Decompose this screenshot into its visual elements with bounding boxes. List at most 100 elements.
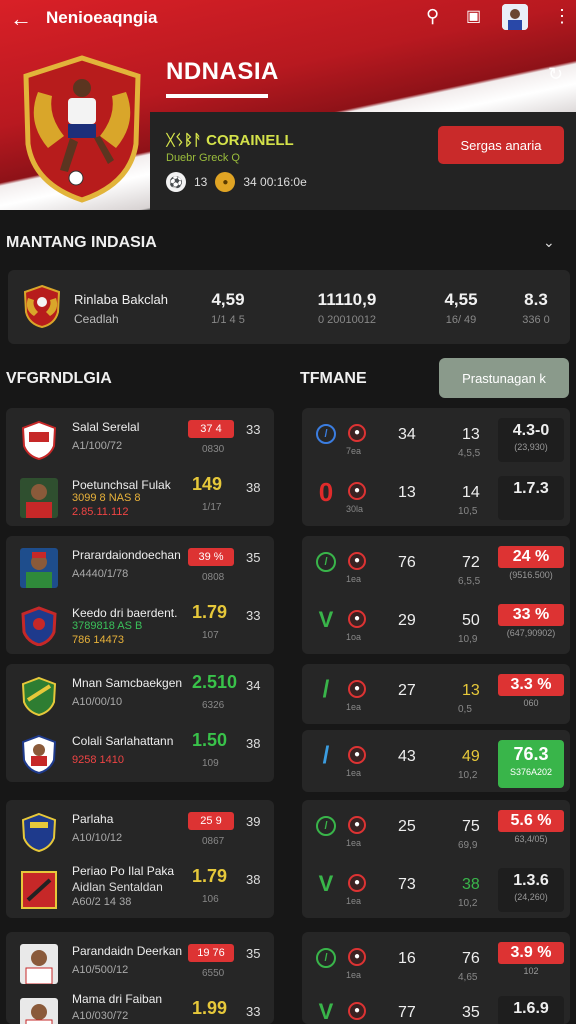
stat-value: 13 [462,682,480,699]
odds-card[interactable]: / ● 1ea 27 13 0,5 3.3 % 060 [302,664,570,724]
list-item: Periao Po Ilal Paka Aidlan Sentaldan A60… [6,860,274,916]
odds-value: 1.79 [192,866,228,886]
team-meta: A1/100/72 [72,440,123,452]
team-meta-2: A60/2 14 38 [72,896,132,908]
odds-box[interactable]: 76.3 S376A202 [498,740,564,788]
badge-label: 1ea [346,896,362,906]
odds-box[interactable]: 1.3.6 (24,260) [498,868,564,912]
team-meta: A10/500/12 [72,964,129,976]
club-badge-icon: ● [348,680,366,698]
stat-small: 0808 [202,572,225,583]
refresh-icon[interactable]: ↻ [548,64,563,85]
odds-box[interactable]: 3.3 % 060 [498,674,564,718]
badge-label: 1ea [346,574,362,584]
odds-box[interactable]: 1.7.3 [498,476,564,520]
more-vertical-icon[interactable]: ⋮ [553,6,571,27]
match-card[interactable]: Salal Serelal A1/100/72 37 4 0830 33 Poe… [6,408,274,526]
stat-small: 10,5 [458,506,478,517]
hero-action-button[interactable]: Sergas anaria [438,126,564,164]
list-item: / ● 1ea 25 75 69,9 5.6 % 63,4/05) [302,802,570,858]
chevron-down-icon[interactable]: ⌄ [543,234,555,251]
back-button[interactable]: ← [10,6,32,32]
player-avatar-icon [20,998,58,1024]
stat-value: 35 [246,946,261,961]
club-badge-icon: ● [348,610,366,628]
odds-card[interactable]: / ● 1ea 76 72 6,5,5 24 % (9516.500) V ● 1… [302,536,570,654]
stat-value: 38 [246,480,261,495]
list-item: Parlaha A10/10/12 25 9 0867 39 [6,802,274,858]
list-item: Salal Serelal A1/100/72 37 4 0830 33 [6,410,274,466]
odds-card[interactable]: / ● 1ea 43 49 10,2 76.3 S376A202 [302,730,570,792]
coin-icon: ● [215,172,236,192]
stat-value: 14 [462,484,480,501]
odds-badge: 37 4 [188,420,234,438]
summary-crest-icon [23,284,61,328]
club-badge-icon: ● [348,816,366,834]
hero-subtitle-2: Duebr Greck Q [166,152,240,164]
stat-value: 75 [462,818,480,835]
odds-box[interactable]: 5.6 % 63,4/05) [498,810,564,854]
column-action-button[interactable]: Prastunagan k [439,358,569,398]
club-badge-icon: ● [348,482,366,500]
list-item: / ● 7ea 34 13 4,5,5 4.3-0 (23,930) [302,410,570,466]
team-meta: Aidlan Sentaldan [72,880,163,894]
odds-badge: 19 76 [188,944,234,962]
status-icon: / [322,742,330,769]
stat-value: 13 [462,426,480,443]
team-name: Salal Serelal [72,420,140,434]
match-card[interactable]: Prarardaiondoechan A4440/1/78 39 % 0808 … [6,536,274,654]
stat-value: 34 [246,678,261,693]
team-name: Prarardaiondoechan [72,548,181,562]
summary-card[interactable]: Rinlaba Bakclah Ceadlah 4,59 1/1 4 5 1111… [8,270,570,344]
list-item: Poetunchsal Fulak 3099 8 NAS 8 2.85.11.1… [6,468,274,524]
stat-value: 33 [246,422,261,437]
match-card[interactable]: Parandaidn Deerkan A10/500/12 19 76 6550… [6,932,274,1024]
list-item: Mnan Samcbaekgen A10/00/10 2.510 6326 34 [6,666,274,722]
club-crest-icon [21,420,57,460]
team-meta: A10/030/72 [72,1010,129,1022]
badge-label: 1ea [346,838,362,848]
stat-small: 10,9 [458,634,478,645]
club-crest-icon [21,676,57,716]
odds-value: 1.99 [192,998,228,1018]
badge-label: 1ea [346,970,362,980]
odds-box[interactable]: 33 % (647,90902) [498,604,564,648]
badge-label: 1ea [346,702,362,712]
stat-value: 33 [246,608,261,623]
club-badge-icon: ● [348,948,366,966]
team-meta: A4440/1/78 [72,568,129,580]
stat-value: 34 [398,426,416,443]
badge-label: 30la [346,504,364,514]
status-icon: V [318,999,334,1024]
club-badge-icon: ● [348,1002,366,1020]
stat-value: 76 [398,554,416,571]
team-name: NDNASIA [166,58,279,85]
status-icon: 0 [318,477,334,507]
avatar[interactable] [502,4,528,30]
odds-card[interactable]: / ● 1ea 16 76 4,65 3.9 % 102 V ● 77 35 1.… [302,932,570,1024]
badge-label: 7ea [346,446,362,456]
stat-small: 0,5 [458,704,472,715]
team-meta-2: 2.85.11.112 [72,506,129,518]
stat-value: 72 [462,554,480,571]
odds-box[interactable]: 1.6.9 [498,996,564,1024]
stat-value: 76 [462,950,480,967]
stat-value: 38 [246,872,261,887]
odds-box[interactable]: 3.9 % 102 [498,942,564,986]
team-name: Mnan Samcbaekgen [72,676,183,690]
list-item: V ● 1ea 73 38 10,2 1.3.6 (24,260) [302,860,570,916]
team-meta: A10/10/12 [72,832,123,844]
summary-sub: Ceadlah [74,312,119,326]
stat-value: 73 [398,876,416,893]
share-icon[interactable]: ▣ [466,6,481,26]
match-card[interactable]: Mnan Samcbaekgen A10/00/10 2.510 6326 34… [6,664,274,782]
odds-box[interactable]: 24 % (9516.500) [498,546,564,590]
odds-card[interactable]: / ● 7ea 34 13 4,5,5 4.3-0 (23,930) 0 ● 30… [302,408,570,526]
stat-value: 29 [398,612,416,629]
team-name: Poetunchsal Fulak [72,478,171,492]
odds-card[interactable]: / ● 1ea 25 75 69,9 5.6 % 63,4/05) V ● 1ea… [302,800,570,918]
odds-box[interactable]: 4.3-0 (23,930) [498,418,564,462]
stat-value: 16 [398,950,416,967]
search-icon[interactable]: ⚲ [426,6,439,27]
match-card[interactable]: Parlaha A10/10/12 25 9 0867 39 Periao Po… [6,800,274,918]
